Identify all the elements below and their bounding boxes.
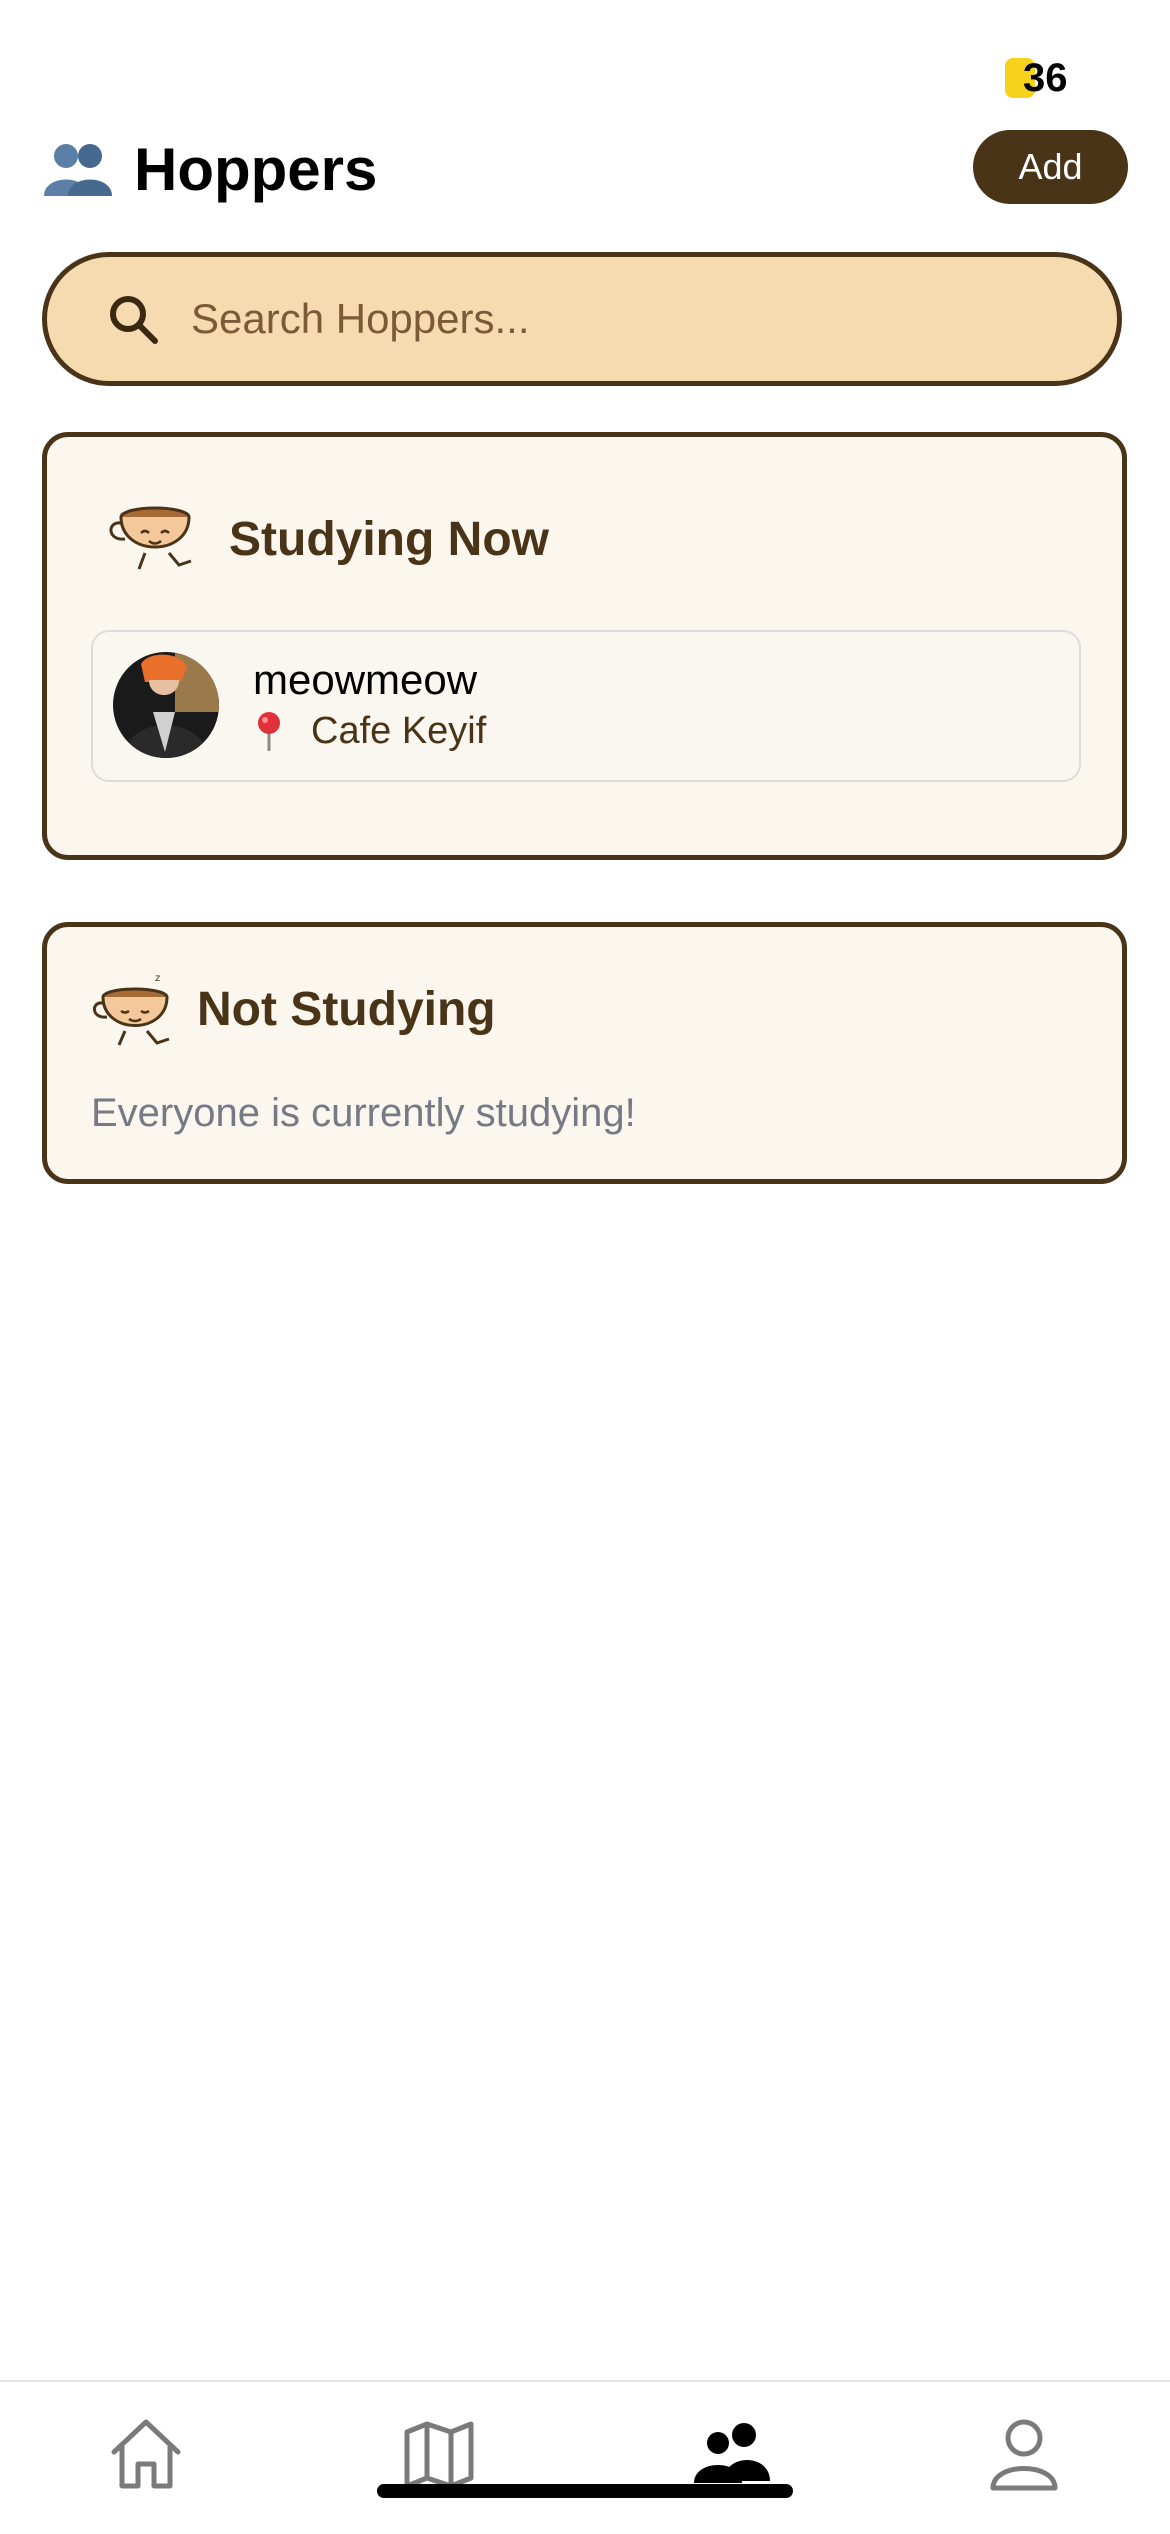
profile-icon [990,2419,1058,2491]
coffee-cup-icon [109,506,192,570]
map-icon [404,2421,474,2489]
avatar [113,652,219,758]
coin-badge: 36 [1005,56,1068,100]
people-icon [44,144,112,196]
hopper-row[interactable]: meowmeow Cafe Keyif [91,630,1081,782]
hopper-name: meowmeow [253,656,478,703]
not-studying-header: z Not Studying [91,969,496,1049]
not-studying-card: z Not Studying Everyone is currently stu… [42,922,1127,1184]
home-indicator[interactable] [377,2484,793,2498]
tab-profile[interactable] [984,2414,1064,2494]
pin-icon [258,711,280,751]
not-studying-title: Not Studying [197,982,496,1036]
search-icon [110,296,158,344]
friends-icon [694,2423,770,2483]
location-name: Cafe Keyif [311,710,487,752]
search-bar[interactable] [42,252,1122,386]
search-input[interactable] [189,294,993,344]
add-button[interactable]: Add [973,130,1128,204]
tab-map[interactable] [399,2414,479,2494]
page-header: Hoppers Add [42,128,1128,210]
studying-now-header: Studying Now [105,499,549,579]
tab-bar [0,2380,1170,2534]
studying-now-card: Studying Now meowmeow Cafe Keyif [42,432,1127,860]
svg-text:z: z [155,973,160,984]
tab-friends[interactable] [692,2414,772,2494]
tab-home[interactable] [106,2414,186,2494]
home-icon [111,2419,181,2489]
hopper-location: Cafe Keyif [255,710,486,753]
page-title: Hoppers [134,135,378,203]
status-bar: 36 [0,0,1170,130]
sleeping-cup-icon: z [93,973,170,1046]
studying-now-title: Studying Now [229,512,549,566]
empty-message: Everyone is currently studying! [91,1091,636,1135]
coin-count: 36 [1023,55,1068,100]
